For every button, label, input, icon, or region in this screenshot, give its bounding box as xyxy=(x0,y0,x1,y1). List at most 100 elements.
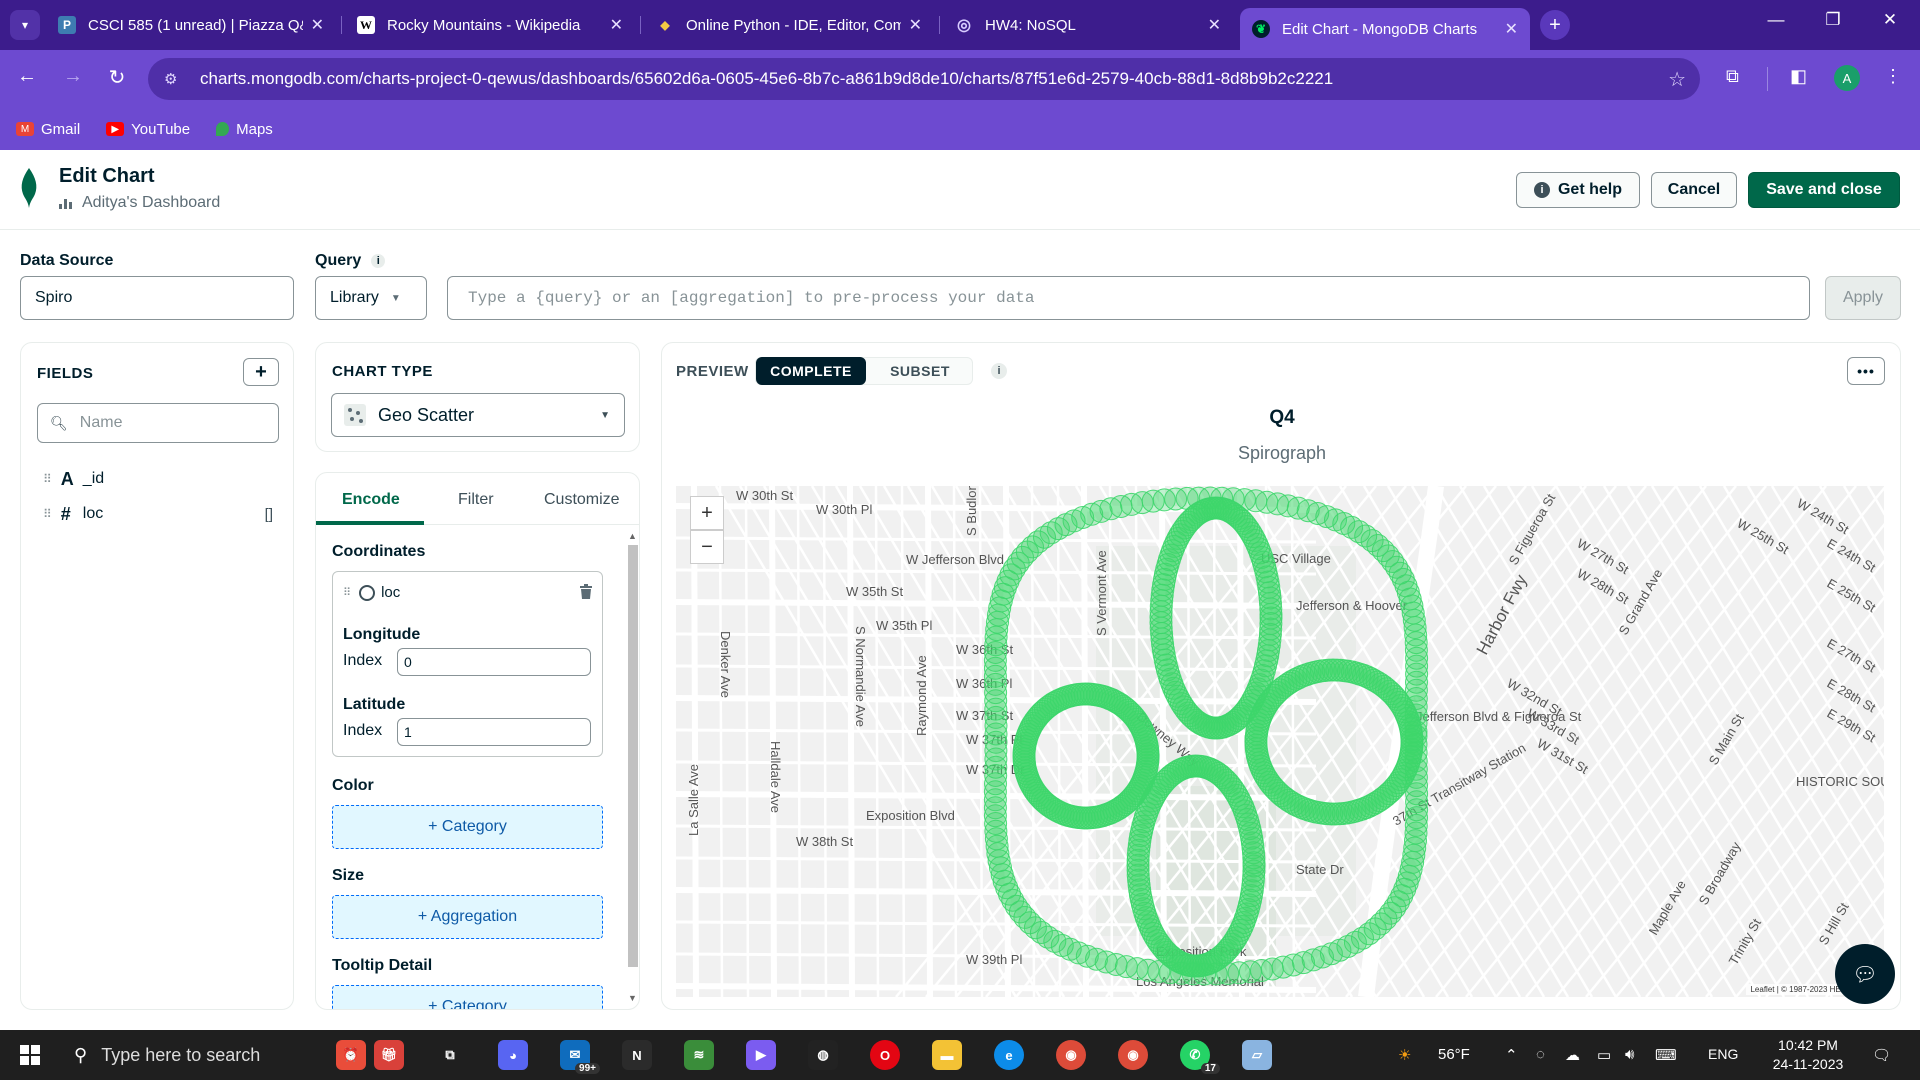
drag-handle-icon[interactable]: ⠿ xyxy=(43,472,52,486)
edge-icon[interactable]: e xyxy=(994,1040,1024,1070)
battery-icon[interactable]: ▭ xyxy=(1597,1046,1611,1064)
system-clock[interactable]: 10:42 PM 24-11-2023 xyxy=(1766,1036,1850,1074)
array-icon[interactable]: [] xyxy=(265,506,273,523)
tab-online-python[interactable]: ◆ Online Python - IDE, Editor, Compiler … xyxy=(644,8,934,42)
bookmark-star-icon[interactable]: ☆ xyxy=(1668,67,1686,92)
scrollbar[interactable]: ▲ ▼ xyxy=(626,531,638,1003)
mongodb-leaf-icon[interactable] xyxy=(20,168,38,208)
dashboard-breadcrumb[interactable]: Aditya's Dashboard xyxy=(59,194,220,212)
new-tab-button[interactable]: + xyxy=(1540,10,1570,40)
minimize-icon[interactable]: — xyxy=(1756,10,1796,30)
network-icon[interactable]: ◌ xyxy=(1536,1046,1545,1063)
notifications-icon[interactable]: 🗨︎ xyxy=(1872,1046,1891,1064)
tab-search-button[interactable]: ▾ xyxy=(10,10,40,40)
forward-arrow-icon[interactable]: → xyxy=(58,65,88,88)
bookmark-youtube[interactable]: ▶ YouTube xyxy=(106,121,190,138)
tooltip-dropzone[interactable]: + Category xyxy=(332,985,603,1009)
task-view-icon[interactable]: ⧉ xyxy=(435,1040,465,1070)
field-search-input[interactable]: 🔍︎ Name xyxy=(37,403,279,443)
add-field-button[interactable]: + xyxy=(243,358,279,386)
weather-icon[interactable]: ☀ xyxy=(1398,1046,1411,1064)
zoom-out-button[interactable]: − xyxy=(690,530,724,564)
apply-query-button[interactable]: Apply xyxy=(1825,276,1901,320)
query-library-dropdown[interactable]: Library ▼ xyxy=(315,276,427,320)
close-icon[interactable]: ✕ xyxy=(909,15,922,35)
cancel-button[interactable]: Cancel xyxy=(1651,172,1737,208)
geo-scatter-map[interactable]: W 30th St W 30th Pl W Jefferson Blvd W 35th… xyxy=(676,486,1884,997)
map-canvas[interactable]: W 30th St W 30th Pl W Jefferson Blvd W 35th… xyxy=(676,486,1884,997)
whatsapp-icon[interactable]: ✆ 17 xyxy=(1180,1040,1220,1074)
layers-app-icon[interactable]: ≋ xyxy=(684,1040,714,1070)
field-item-id[interactable]: ⠿ A _id xyxy=(43,467,273,491)
close-icon[interactable]: ✕ xyxy=(311,15,324,35)
tab-hw4-nosql[interactable]: ◎ HW4: NoSQL ✕ xyxy=(943,8,1233,42)
chevron-up-icon[interactable]: ⌃ xyxy=(1505,1046,1518,1064)
side-panel-icon[interactable]: ◧ xyxy=(1790,66,1807,87)
xbox-icon[interactable]: ◍ xyxy=(808,1040,838,1070)
file-explorer-icon[interactable]: ▬ xyxy=(932,1040,962,1070)
scroll-up-icon[interactable]: ▲ xyxy=(628,531,637,541)
longitude-index-input[interactable]: 0 xyxy=(397,648,591,676)
bookmark-gmail[interactable]: M Gmail xyxy=(16,121,80,138)
cloud-icon[interactable]: ☁ xyxy=(1565,1046,1580,1064)
close-icon[interactable]: ✕ xyxy=(1208,15,1221,35)
subset-toggle[interactable]: SUBSET xyxy=(866,358,974,384)
tab-piazza[interactable]: P CSCI 585 (1 unread) | Piazza Q&A ✕ xyxy=(46,8,336,42)
info-icon[interactable]: i xyxy=(991,363,1007,379)
complete-toggle[interactable]: COMPLETE xyxy=(756,357,866,385)
close-window-icon[interactable]: ✕ xyxy=(1870,10,1910,30)
notes-app-icon[interactable]: ▱ xyxy=(1242,1040,1272,1070)
preview-panel: PREVIEW COMPLETE SUBSET i ••• Q4 Spirogr… xyxy=(661,342,1901,1010)
tab-encode[interactable]: Encode xyxy=(342,491,400,509)
drag-handle-icon[interactable]: ⠿ xyxy=(43,507,52,521)
trash-icon[interactable] xyxy=(580,584,592,599)
tab-filter[interactable]: Filter xyxy=(458,491,494,509)
data-source-select[interactable]: Spiro xyxy=(20,276,294,320)
field-item-loc[interactable]: ⠿ # loc [] xyxy=(43,502,273,526)
close-icon[interactable]: ✕ xyxy=(610,15,623,35)
get-help-button[interactable]: i Get help xyxy=(1516,172,1640,208)
coord-field-chip[interactable]: ⠿ loc xyxy=(343,584,400,601)
alarm-clock-app-icon[interactable]: ⏰ xyxy=(336,1040,366,1070)
query-input[interactable]: Type a {query} or an [aggregation] to pr… xyxy=(447,276,1810,320)
taskbar-search[interactable]: ⚲ Type here to search xyxy=(62,1030,322,1080)
profile-avatar[interactable]: A xyxy=(1834,65,1860,91)
close-icon[interactable]: ✕ xyxy=(1505,19,1518,39)
tab-edit-chart[interactable]: ❦ Edit Chart - MongoDB Charts ✕ xyxy=(1240,8,1530,50)
gift-app-icon[interactable]: 🎁︎ xyxy=(374,1040,404,1070)
opera-icon[interactable]: O xyxy=(870,1040,900,1070)
zoom-in-button[interactable]: + xyxy=(690,496,724,530)
chrome-icon[interactable]: ◉ xyxy=(1056,1040,1086,1070)
more-options-button[interactable]: ••• xyxy=(1847,357,1885,385)
browser-menu-icon[interactable]: ⋮ xyxy=(1884,66,1902,87)
media-app-icon[interactable]: ▶ xyxy=(746,1040,776,1070)
keyboard-icon[interactable]: ⌨ xyxy=(1655,1046,1677,1064)
drag-handle-icon[interactable]: ⠿ xyxy=(343,586,351,599)
mail-icon[interactable]: ✉ 99+ xyxy=(560,1040,600,1074)
save-and-close-button[interactable]: Save and close xyxy=(1748,172,1900,208)
discord-icon[interactable]: ◕ xyxy=(498,1040,528,1070)
windows-start-icon[interactable] xyxy=(20,1045,40,1065)
back-arrow-icon[interactable]: ← xyxy=(12,65,42,88)
volume-icon[interactable]: 🔊︎ xyxy=(1625,1046,1634,1063)
restore-icon[interactable]: ❐ xyxy=(1813,10,1853,30)
bookmark-maps[interactable]: Maps xyxy=(216,121,273,138)
scroll-thumb[interactable] xyxy=(628,545,638,967)
reload-icon[interactable]: ↻ xyxy=(102,65,132,90)
color-dropzone[interactable]: + Category xyxy=(332,805,603,849)
size-dropzone[interactable]: + Aggregation xyxy=(332,895,603,939)
scroll-down-icon[interactable]: ▼ xyxy=(628,993,637,1003)
latitude-index-input[interactable]: 1 xyxy=(397,718,591,746)
tab-wikipedia[interactable]: W Rocky Mountains - Wikipedia ✕ xyxy=(345,8,635,42)
notion-icon[interactable]: N xyxy=(622,1040,652,1070)
site-info-icon[interactable]: ⚙ xyxy=(164,70,188,88)
address-bar[interactable]: ⚙ charts.mongodb.com/charts-project-0-qe… xyxy=(148,58,1700,100)
info-icon[interactable]: i xyxy=(371,254,386,268)
extensions-icon[interactable]: ⧉ xyxy=(1726,66,1739,87)
feedback-chat-button[interactable]: 💬︎ xyxy=(1835,944,1895,1004)
temperature[interactable]: 56°F xyxy=(1438,1046,1470,1063)
language-indicator[interactable]: ENG xyxy=(1708,1046,1738,1062)
chart-type-select[interactable]: Geo Scatter ▼ xyxy=(331,393,625,437)
chrome-profile-icon[interactable]: ◉ xyxy=(1118,1040,1148,1070)
tab-customize[interactable]: Customize xyxy=(544,491,620,509)
